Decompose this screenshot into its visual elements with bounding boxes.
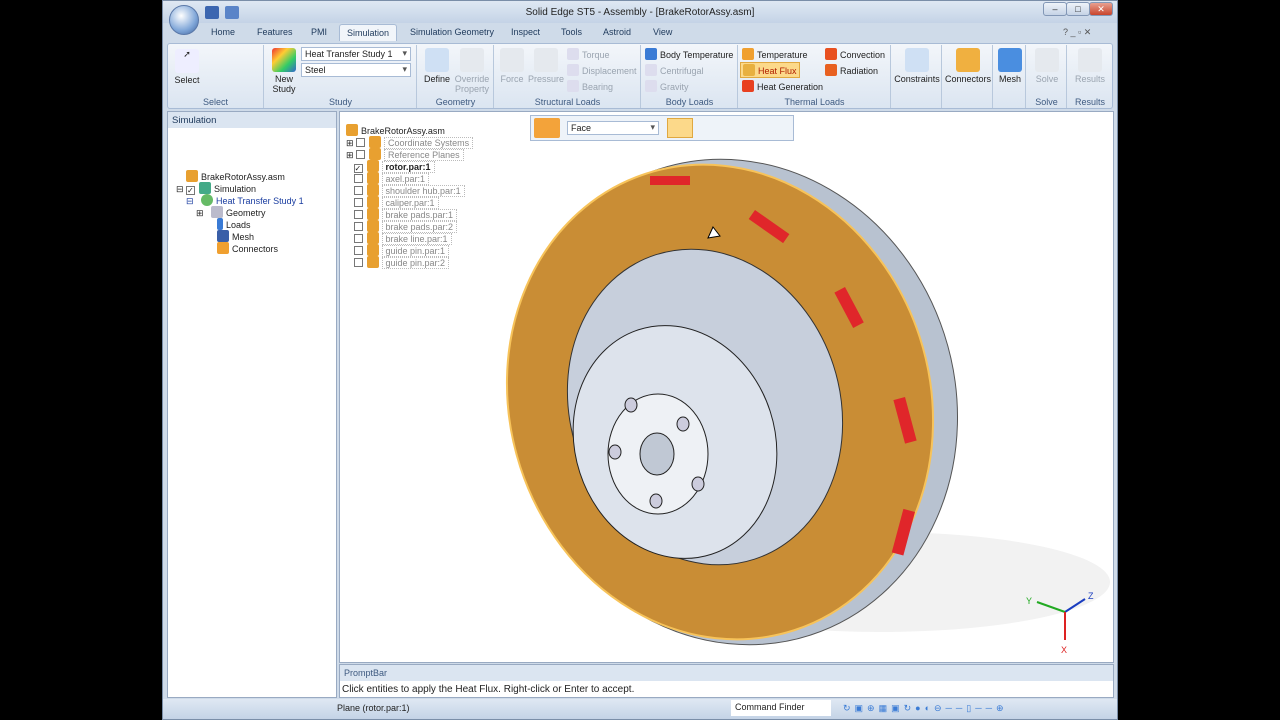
ribbon-tabs: Home Features PMI Simulation Simulation … [163,23,1117,43]
body-temperature-button[interactable]: Body Temperature [645,48,733,60]
tab-pmi[interactable]: PMI [311,27,327,37]
tab-view[interactable]: View [653,27,672,37]
tab-home[interactable]: Home [211,27,235,37]
group-thermal-loads: Temperature Heat Flux Heat Generation Co… [739,45,891,108]
application-menu-button[interactable] [169,5,199,35]
axis-x-label: X [1061,645,1067,655]
prompt-bar-title: PromptBar [340,665,1113,681]
tree-item-assembly[interactable]: BrakeRotorAssy.asm [186,170,285,182]
undo-icon[interactable] [225,6,239,19]
help-icon[interactable]: ? _ ▫ ✕ [1063,27,1091,38]
group-label: Study [328,97,352,107]
connectors-button[interactable]: Connectors [943,45,993,108]
group-study: New Study Heat Transfer Study 1 Steel St… [265,45,417,108]
mesh-button[interactable]: Mesh [994,45,1026,108]
heat-generation-button[interactable]: Heat Generation [742,80,823,92]
title-bar: Solid Edge ST5 - Assembly - [BrakeRotorA… [163,1,1117,23]
axis-y-label: Y [1026,596,1032,606]
solve-button[interactable]: Solve Solve [1027,45,1067,108]
tree-item-loads[interactable]: Loads [217,218,251,230]
define-button[interactable]: Define [422,48,452,84]
new-study-button[interactable]: New Study [267,48,301,94]
command-finder-input[interactable]: Command Finder [731,700,831,716]
simulation-panel: Simulation BrakeRotorAssy.asm ⊟ ✓ Simulat… [167,111,337,698]
ribbon: ➚ Select Select New Study Heat Transfer S… [167,43,1113,109]
bearing-button[interactable]: Bearing [567,80,613,92]
torque-button[interactable]: Torque [567,48,610,60]
radiation-button[interactable]: Radiation [825,64,878,76]
results-button[interactable]: Results Results [1068,45,1112,108]
graphics-viewport[interactable]: BrakeRotorAssy.asm ⊞ Coordinate Systems ⊞… [339,111,1114,663]
application-window: Solid Edge ST5 - Assembly - [BrakeRotorA… [162,0,1118,720]
prompt-message: Click entities to apply the Heat Flux. R… [342,684,635,695]
window-title: Solid Edge ST5 - Assembly - [BrakeRotorA… [525,7,755,18]
status-bar: Plane (rotor.par:1) Command Finder ↻▣⊕▦▣… [163,699,1117,719]
material-dropdown[interactable]: Steel [301,63,411,77]
tab-features[interactable]: Features [257,27,293,37]
group-label: Thermal Loads [784,97,845,107]
gravity-button[interactable]: Gravity [645,80,689,92]
group-structural-loads: Force Pressure Torque Displacement Beari… [495,45,641,108]
select-button[interactable]: ➚ Select [172,49,202,85]
tab-inspect[interactable]: Inspect [511,27,540,37]
tree-item-connectors[interactable]: Connectors [217,242,278,254]
close-button[interactable]: ✕ [1089,2,1113,16]
tree-item-mesh[interactable]: Mesh [217,230,254,242]
group-label: Geometry [435,97,476,107]
group-label: Body Loads [665,97,714,107]
prompt-bar: PromptBar Click entities to apply the He… [339,664,1114,698]
constraints-button[interactable]: Constraints [892,45,942,108]
maximize-button[interactable]: □ [1066,2,1090,16]
override-property-button[interactable]: Override Property [452,48,492,94]
tab-simulation[interactable]: Simulation [339,24,398,41]
group-body-loads: Body Temperature Centrifugal Gravity Bod… [642,45,738,108]
group-label: Select [202,97,228,107]
group-label: Structural Loads [534,97,601,107]
group-select: ➚ Select Select [168,45,264,108]
convection-button[interactable]: Convection [825,48,885,60]
tab-astroid[interactable]: Astroid [603,27,631,37]
axis-z-label: Z [1088,591,1094,601]
tab-tools[interactable]: Tools [561,27,582,37]
pressure-button[interactable]: Pressure [527,48,565,84]
heat-flux-button[interactable]: Heat Flux [740,62,800,78]
centrifugal-button[interactable]: Centrifugal [645,64,704,76]
save-icon[interactable] [205,6,219,19]
status-text: Plane (rotor.par:1) [337,703,410,713]
temperature-button[interactable]: Temperature [742,48,808,60]
displacement-button[interactable]: Displacement [567,64,637,76]
brake-rotor-model[interactable]: Z Y X [340,112,1115,664]
group-geometry: Define Override Property Geometry [418,45,494,108]
panel-title: Simulation [168,112,336,128]
tab-simulation-geometry[interactable]: Simulation Geometry [410,27,494,37]
view-tools-icons[interactable]: ↻▣⊕▦▣↻●◐⊖──▯──⊕ [843,703,1008,714]
minimize-button[interactable]: – [1043,2,1067,16]
study-dropdown[interactable]: Heat Transfer Study 1 [301,47,411,61]
force-button[interactable]: Force [497,48,527,84]
